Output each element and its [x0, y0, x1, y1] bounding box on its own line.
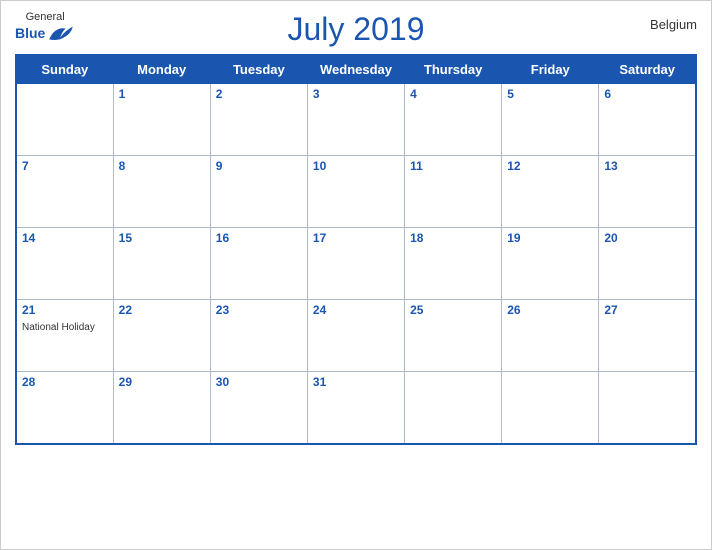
day-cell: 23: [210, 300, 307, 372]
day-number: 30: [216, 375, 302, 389]
day-number: 5: [507, 87, 593, 101]
calendar-wrapper: General Blue July 2019 Belgium Sunday Mo…: [0, 0, 712, 550]
day-cell: [16, 84, 113, 156]
day-cell: 16: [210, 228, 307, 300]
day-cell: 31: [307, 372, 404, 444]
day-number: 9: [216, 159, 302, 173]
day-number: 26: [507, 303, 593, 317]
day-number: 1: [119, 87, 205, 101]
logo: General Blue: [15, 11, 75, 43]
day-number: 16: [216, 231, 302, 245]
day-number: 23: [216, 303, 302, 317]
logo-general: General: [26, 11, 65, 23]
day-number: 8: [119, 159, 205, 173]
header-saturday: Saturday: [599, 55, 696, 84]
day-cell: 14: [16, 228, 113, 300]
day-event: National Holiday: [22, 322, 95, 333]
day-cell: 9: [210, 156, 307, 228]
day-cell: 8: [113, 156, 210, 228]
day-cell: 17: [307, 228, 404, 300]
day-cell: 5: [502, 84, 599, 156]
day-number: 19: [507, 231, 593, 245]
day-cell: 11: [405, 156, 502, 228]
day-number: 17: [313, 231, 399, 245]
day-cell: 15: [113, 228, 210, 300]
logo-blue: Blue: [15, 26, 45, 40]
day-cell: 13: [599, 156, 696, 228]
day-cell: 10: [307, 156, 404, 228]
day-cell: 21 National Holiday: [16, 300, 113, 372]
day-number: 24: [313, 303, 399, 317]
day-cell: 3: [307, 84, 404, 156]
logo-bird-icon: [47, 23, 75, 43]
day-number: 14: [22, 231, 108, 245]
day-number: 6: [604, 87, 690, 101]
header-friday: Friday: [502, 55, 599, 84]
day-number: 3: [313, 87, 399, 101]
week-row-4: 28 29 30 31: [16, 372, 696, 444]
calendar-grid: Sunday Monday Tuesday Wednesday Thursday…: [15, 54, 697, 445]
day-cell: 1: [113, 84, 210, 156]
day-number: 31: [313, 375, 399, 389]
header-sunday: Sunday: [16, 55, 113, 84]
day-number: 11: [410, 159, 496, 173]
day-number: 29: [119, 375, 205, 389]
day-number: 13: [604, 159, 690, 173]
calendar-header: General Blue July 2019 Belgium: [15, 11, 697, 48]
day-cell: 12: [502, 156, 599, 228]
day-cell: [599, 372, 696, 444]
week-row-0: 123456: [16, 84, 696, 156]
header-monday: Monday: [113, 55, 210, 84]
day-cell: 26: [502, 300, 599, 372]
day-number: 2: [216, 87, 302, 101]
header-wednesday: Wednesday: [307, 55, 404, 84]
week-row-3: 21 National Holiday 22 23 24 25 26 27: [16, 300, 696, 372]
week-row-2: 14 15 16 17 18 19 20: [16, 228, 696, 300]
day-number: 15: [119, 231, 205, 245]
title-block: July 2019: [288, 11, 425, 48]
day-cell: [502, 372, 599, 444]
day-cell: 2: [210, 84, 307, 156]
day-number: 22: [119, 303, 205, 317]
day-cell: 28: [16, 372, 113, 444]
day-cell: 22: [113, 300, 210, 372]
day-cell: 19: [502, 228, 599, 300]
weekday-header-row: Sunday Monday Tuesday Wednesday Thursday…: [16, 55, 696, 84]
day-number: 28: [22, 375, 108, 389]
day-number: 25: [410, 303, 496, 317]
country-label: Belgium: [650, 17, 697, 32]
day-cell: 27: [599, 300, 696, 372]
day-cell: 20: [599, 228, 696, 300]
day-cell: 7: [16, 156, 113, 228]
day-number: 18: [410, 231, 496, 245]
day-number: 12: [507, 159, 593, 173]
day-cell: 24: [307, 300, 404, 372]
day-cell: 4: [405, 84, 502, 156]
day-number: 4: [410, 87, 496, 101]
day-cell: 6: [599, 84, 696, 156]
day-number: 7: [22, 159, 108, 173]
day-number: 21: [22, 303, 108, 317]
day-number: 20: [604, 231, 690, 245]
header-tuesday: Tuesday: [210, 55, 307, 84]
week-row-1: 789 10 11 12 13: [16, 156, 696, 228]
day-cell: 29: [113, 372, 210, 444]
day-number: 27: [604, 303, 690, 317]
day-cell: 18: [405, 228, 502, 300]
day-cell: [405, 372, 502, 444]
calendar-title: July 2019: [288, 11, 425, 48]
day-cell: 25: [405, 300, 502, 372]
header-thursday: Thursday: [405, 55, 502, 84]
day-number: 10: [313, 159, 399, 173]
day-cell: 30: [210, 372, 307, 444]
